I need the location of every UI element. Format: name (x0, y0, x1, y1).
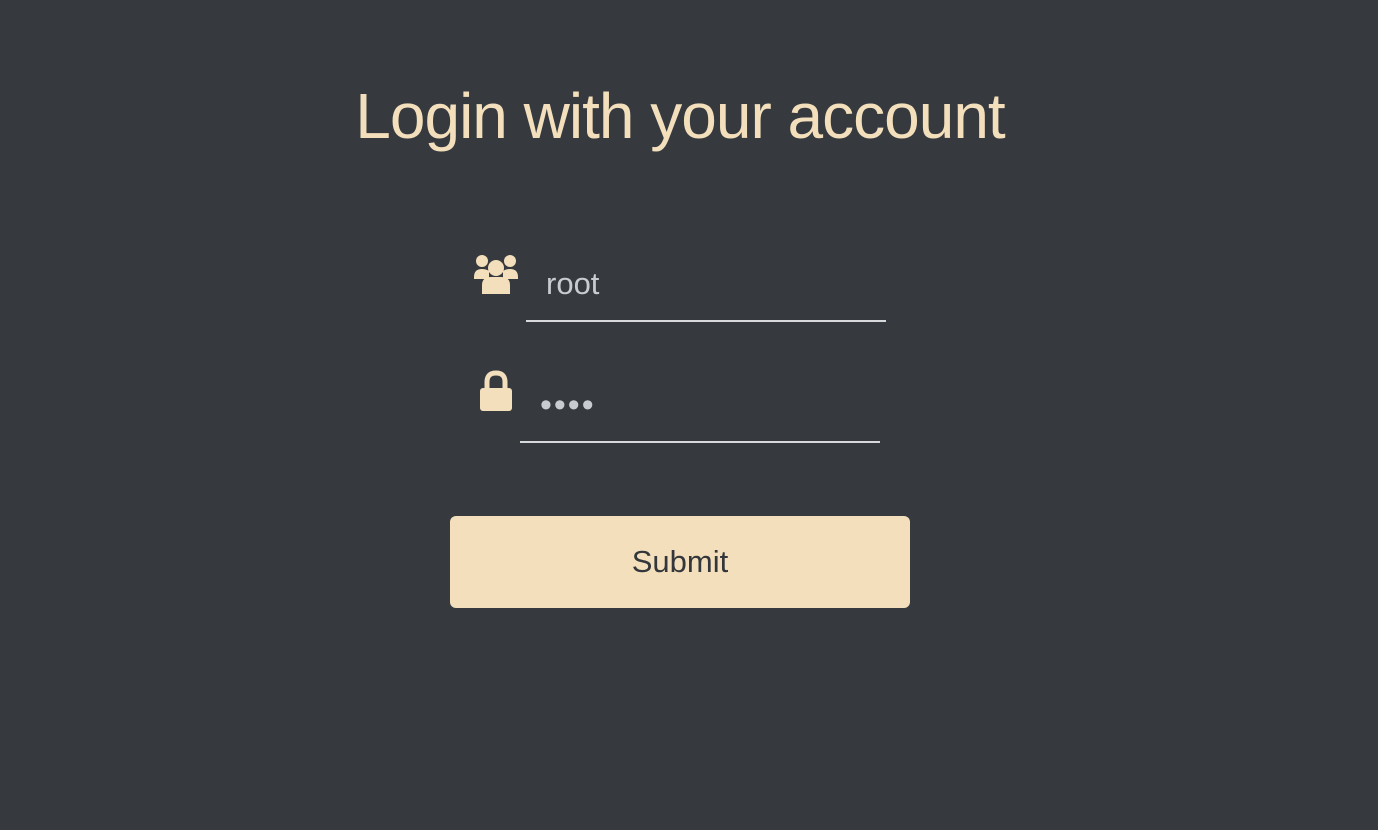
username-input[interactable] (526, 248, 886, 322)
lock-icon (480, 370, 512, 411)
login-page: Login with your account Submit (0, 0, 1378, 830)
submit-button[interactable]: Submit (450, 516, 910, 608)
page-title: Login with your account (355, 80, 1005, 152)
users-icon (474, 255, 518, 294)
password-input[interactable] (520, 370, 880, 443)
